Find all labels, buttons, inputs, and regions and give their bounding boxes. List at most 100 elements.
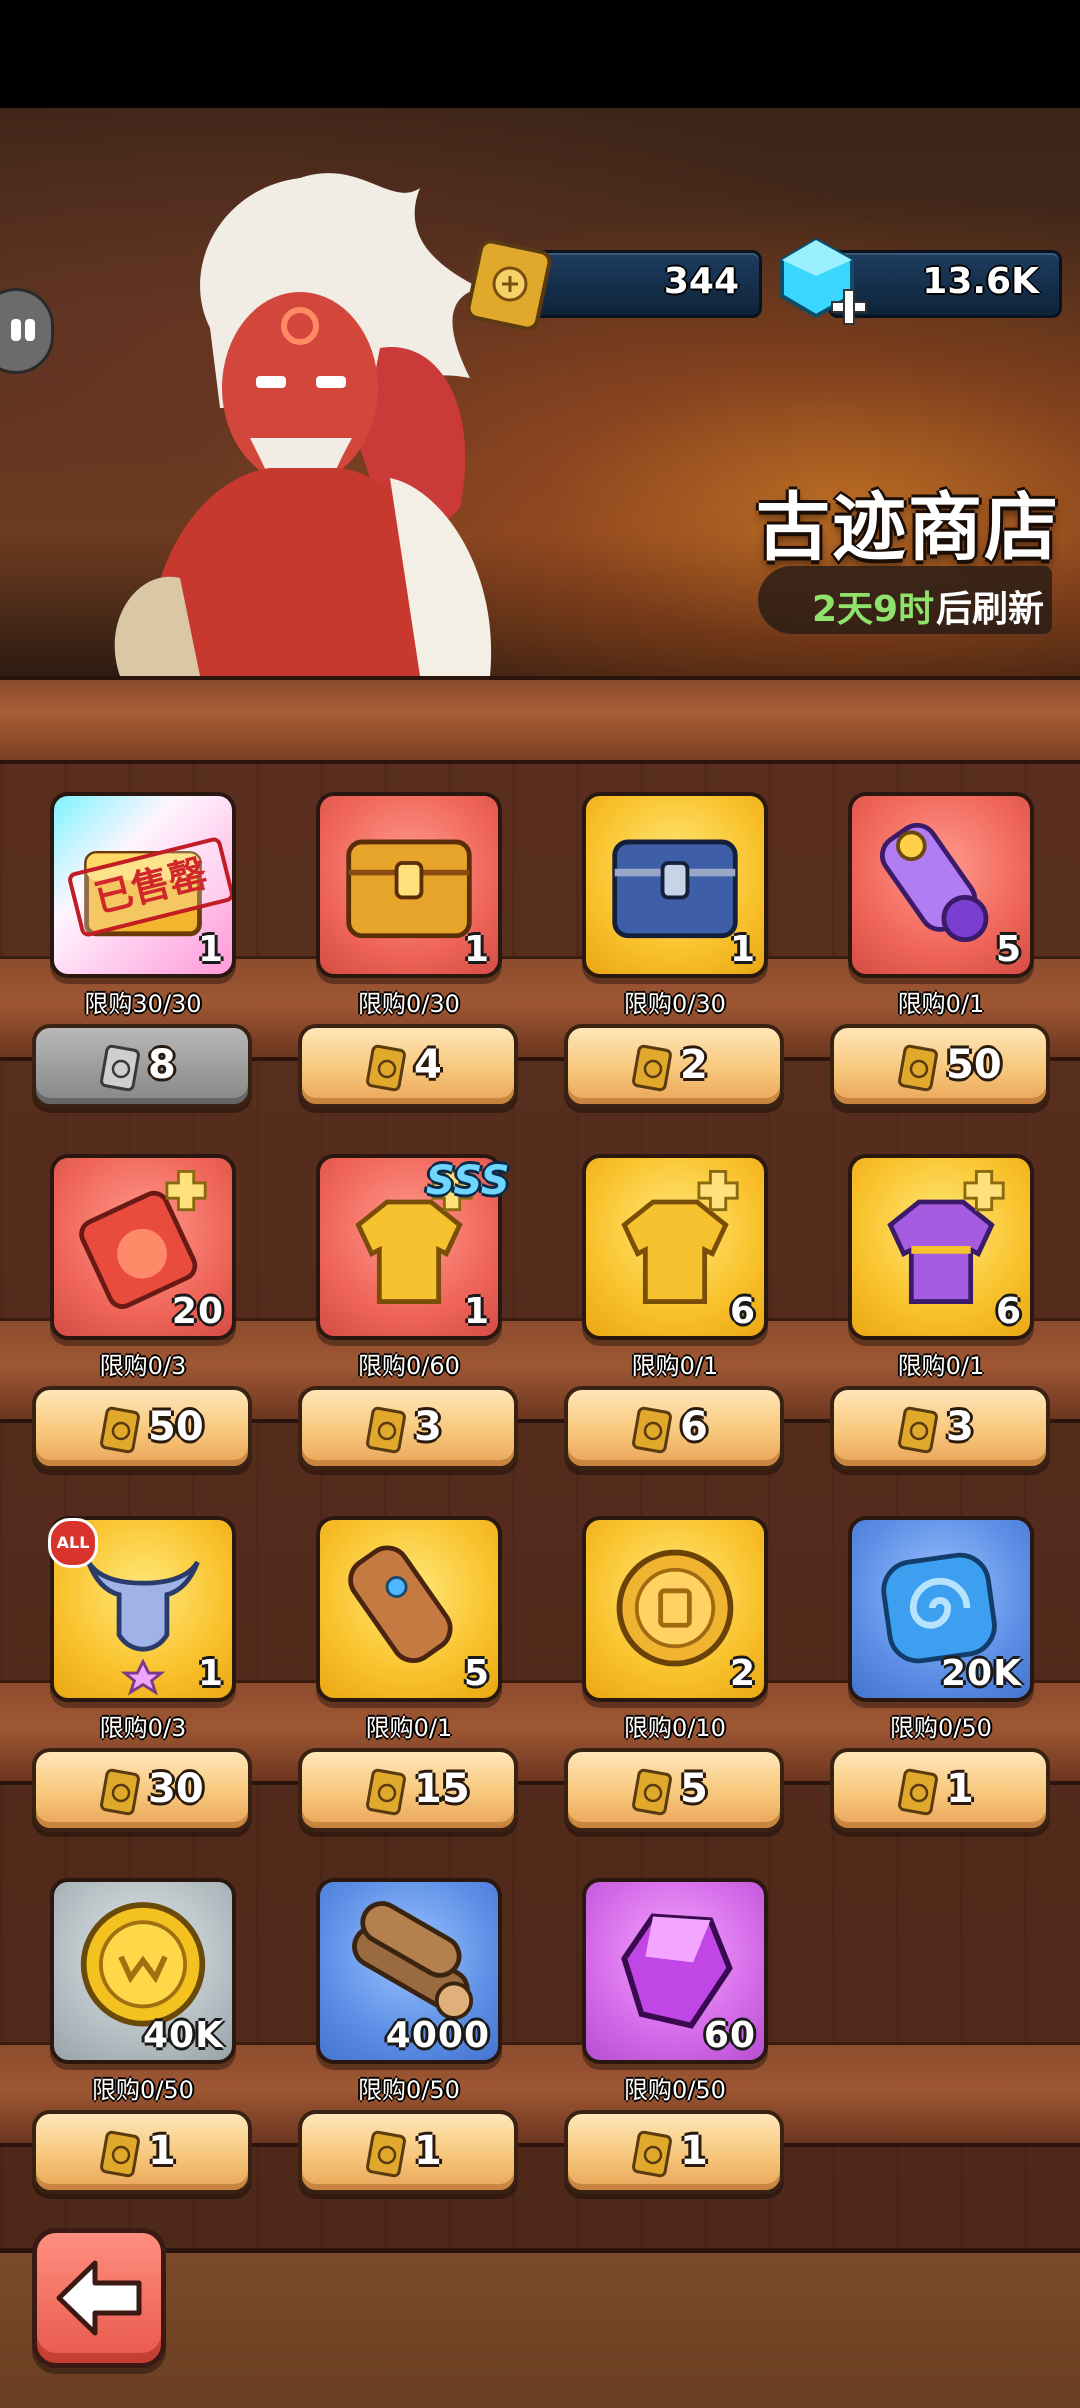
item-quantity: 1 xyxy=(197,929,224,970)
refresh-time-value: 2天9时 xyxy=(812,589,935,630)
buy-price-button[interactable]: 5 xyxy=(564,1748,784,1832)
buy-price-button[interactable]: 50 xyxy=(32,1386,252,1470)
purchase-limit: 限购0/30 xyxy=(624,990,726,1018)
price-value: 3 xyxy=(946,1404,974,1450)
gem-add-icon[interactable] xyxy=(774,232,874,332)
shop-item-card[interactable]: 已售罄 1 xyxy=(50,792,236,978)
item-quantity: 2 xyxy=(729,1653,756,1694)
buy-price-button[interactable]: 1 xyxy=(564,2110,784,2194)
arrow-left-icon xyxy=(56,2260,142,2336)
item-quantity: 5 xyxy=(463,1653,490,1694)
item-quantity: 1 xyxy=(729,929,756,970)
ancient-tablet-icon xyxy=(632,2130,672,2178)
shop-title: 古迹商店 xyxy=(756,485,1060,571)
buy-price-button[interactable]: 6 xyxy=(564,1386,784,1470)
all-badge: ALL xyxy=(48,1518,98,1568)
price-value: 15 xyxy=(414,1766,470,1812)
shop-item-card[interactable]: 5 xyxy=(316,1516,502,1702)
ancient-tablet-icon xyxy=(100,1406,140,1454)
gem-currency-value: 13.6K xyxy=(922,261,1039,302)
item-quantity: 4000 xyxy=(385,2015,490,2056)
back-button[interactable] xyxy=(32,2228,166,2368)
price-value: 50 xyxy=(946,1042,1002,1088)
price-value: 30 xyxy=(148,1766,204,1812)
ancient-tablet-icon xyxy=(100,1044,140,1092)
shop-banner: 344 13.6K 古迹商店 2天9时 后刷新 xyxy=(0,108,1080,676)
shop-item-card[interactable]: 20K xyxy=(848,1516,1034,1702)
item-quantity: 1 xyxy=(197,1653,224,1694)
buy-price-button[interactable]: 2 xyxy=(564,1024,784,1108)
shop-item-card[interactable]: 6 xyxy=(848,1154,1034,1340)
item-quantity: 5 xyxy=(995,929,1022,970)
shop-item-card[interactable]: 4000 xyxy=(316,1878,502,2064)
buy-price-button[interactable]: 1 xyxy=(298,2110,518,2194)
ancient-tablet-icon xyxy=(366,1768,406,1816)
purchase-limit: 限购0/50 xyxy=(92,2076,194,2104)
price-value: 2 xyxy=(680,1042,708,1088)
price-value: 8 xyxy=(148,1042,176,1088)
buy-price-button[interactable]: 15 xyxy=(298,1748,518,1832)
shop-item-card[interactable]: 1 xyxy=(582,792,768,978)
purchase-limit: 限购0/1 xyxy=(897,1352,985,1380)
price-value: 5 xyxy=(680,1766,708,1812)
item-quantity: 20 xyxy=(171,1291,224,1332)
purchase-limit: 限购0/1 xyxy=(365,1714,453,1742)
price-value: 3 xyxy=(414,1404,442,1450)
price-value: 1 xyxy=(414,2128,442,2174)
price-value: 1 xyxy=(946,1766,974,1812)
purchase-limit: 限购0/60 xyxy=(358,1352,460,1380)
tablet-currency-value: 344 xyxy=(663,261,739,302)
buy-price-button[interactable]: 30 xyxy=(32,1748,252,1832)
item-quantity: 1 xyxy=(463,1291,490,1332)
shop-item-card[interactable]: 2 xyxy=(582,1516,768,1702)
shop-item-card[interactable]: 20 xyxy=(50,1154,236,1340)
sss-rank-badge: SSS xyxy=(426,1158,510,1204)
ancient-tablet-icon xyxy=(466,239,552,330)
purchase-limit: 限购0/3 xyxy=(99,1714,187,1742)
purchase-limit: 限购0/10 xyxy=(624,1714,726,1742)
item-quantity: 1 xyxy=(463,929,490,970)
price-value: 50 xyxy=(148,1404,204,1450)
ancient-tablet-icon xyxy=(366,1406,406,1454)
shop-item-card[interactable]: 40K xyxy=(50,1878,236,2064)
purchase-limit: 限购0/50 xyxy=(890,1714,992,1742)
purchase-limit: 限购0/1 xyxy=(631,1352,719,1380)
app-root: 344 13.6K 古迹商店 2天9时 后刷新 已售罄 1 限购30/30 8 1 限购0… xyxy=(0,0,1080,2408)
item-quantity: 40K xyxy=(143,2015,224,2056)
purchase-limit: 限购0/1 xyxy=(897,990,985,1018)
purchase-limit: 限购0/30 xyxy=(358,990,460,1018)
shop-item-card[interactable]: 1 xyxy=(316,792,502,978)
refresh-timer: 2天9时 后刷新 xyxy=(758,566,1052,634)
ancient-tablet-icon xyxy=(632,1406,672,1454)
buy-price-button[interactable]: 50 xyxy=(830,1024,1050,1108)
item-quantity: 60 xyxy=(703,2015,756,2056)
ancient-tablet-icon xyxy=(100,1768,140,1816)
purchase-limit: 限购0/50 xyxy=(624,2076,726,2104)
buy-price-button[interactable]: 3 xyxy=(298,1386,518,1470)
shop-item-card[interactable]: 6 xyxy=(582,1154,768,1340)
side-menu-button[interactable] xyxy=(0,288,54,374)
ancient-tablet-icon xyxy=(632,1768,672,1816)
buy-price-button[interactable]: 3 xyxy=(830,1386,1050,1470)
tablet-currency-display: 344 xyxy=(528,250,762,318)
ancient-tablet-icon xyxy=(898,1044,938,1092)
ancient-tablet-icon xyxy=(366,2130,406,2178)
ancient-tablet-icon xyxy=(898,1768,938,1816)
ancient-tablet-icon xyxy=(100,2130,140,2178)
shopkeeper-character-art xyxy=(114,173,492,676)
price-value: 1 xyxy=(148,2128,176,2174)
shop-item-card[interactable]: 60 xyxy=(582,1878,768,2064)
purchase-limit: 限购0/3 xyxy=(99,1352,187,1380)
price-value: 1 xyxy=(680,2128,708,2174)
buy-price-button[interactable]: 1 xyxy=(830,1748,1050,1832)
buy-price-button[interactable]: 1 xyxy=(32,2110,252,2194)
purchase-limit: 限购0/50 xyxy=(358,2076,460,2104)
purchase-limit: 限购30/30 xyxy=(84,990,202,1018)
ancient-tablet-icon xyxy=(366,1044,406,1092)
buy-price-button[interactable]: 8 xyxy=(32,1024,252,1108)
price-value: 6 xyxy=(680,1404,708,1450)
buy-price-button[interactable]: 4 xyxy=(298,1024,518,1108)
ancient-tablet-icon xyxy=(632,1044,672,1092)
shop-item-card[interactable]: 5 xyxy=(848,792,1034,978)
item-quantity: 20K xyxy=(941,1653,1022,1694)
